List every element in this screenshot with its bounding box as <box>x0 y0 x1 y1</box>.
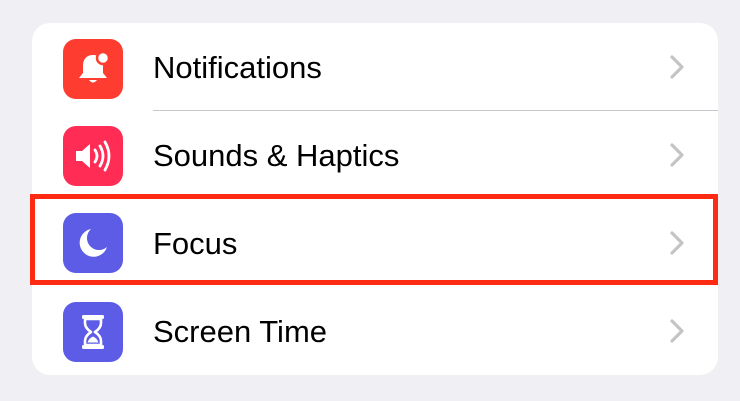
moon-icon <box>63 213 123 273</box>
settings-row-focus[interactable]: Focus <box>32 199 718 287</box>
settings-row-screen-time[interactable]: Screen Time <box>32 287 718 375</box>
settings-row-label: Screen Time <box>153 314 328 349</box>
settings-row-label: Sounds & Haptics <box>153 138 400 173</box>
chevron-right-icon <box>670 319 684 343</box>
hourglass-icon <box>63 302 123 362</box>
chevron-right-icon <box>670 55 684 79</box>
settings-row-label: Focus <box>153 226 238 261</box>
chevron-right-icon <box>670 143 684 167</box>
settings-row-notifications[interactable]: Notifications <box>32 23 718 111</box>
settings-row-label: Notifications <box>153 50 322 85</box>
speaker-wave-icon <box>63 126 123 186</box>
bell-badge-icon <box>63 39 123 99</box>
settings-group: Notifications Sounds & Haptics Focus Scr… <box>32 23 718 375</box>
settings-row-sounds-haptics[interactable]: Sounds & Haptics <box>32 111 718 199</box>
chevron-right-icon <box>670 231 684 255</box>
